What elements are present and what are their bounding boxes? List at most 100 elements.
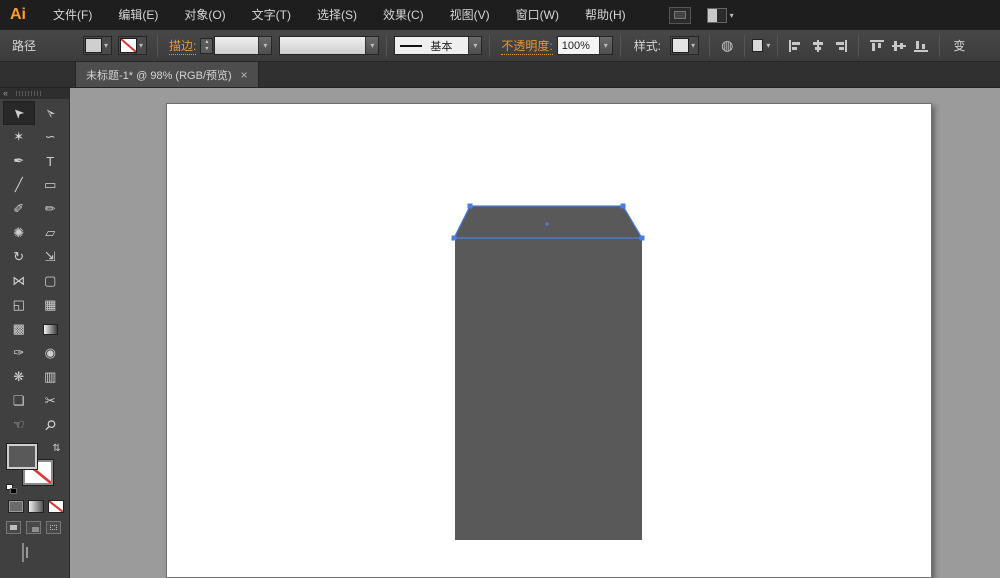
symbol-sprayer-tool[interactable]: ❋ — [3, 365, 35, 389]
context-label: 路径 — [0, 37, 42, 54]
align-horizontal-right-button[interactable] — [831, 37, 849, 55]
chevron-down-icon: ▾ — [263, 41, 267, 50]
recolor-artwork-button[interactable]: ◍ — [721, 37, 733, 54]
style-label: 样式: — [628, 37, 667, 54]
pencil-tool[interactable]: ✏ — [35, 197, 67, 221]
shape-rectangle-body[interactable] — [455, 238, 642, 540]
divider — [777, 35, 778, 57]
collapse-panel-icon[interactable]: « — [0, 89, 8, 98]
type-tool[interactable]: T — [35, 149, 67, 173]
align-vertical-top-button[interactable] — [868, 37, 886, 55]
brush-definition-value: 基本 — [426, 38, 468, 54]
align-vertical-bottom-button[interactable] — [912, 37, 930, 55]
lasso-tool[interactable]: ∽ — [35, 125, 67, 149]
anchor-point[interactable] — [468, 204, 473, 209]
line-segment-tool[interactable]: ╱ — [3, 173, 35, 197]
menu-item-effect[interactable]: 效果(C) — [370, 0, 437, 30]
document-icon — [752, 39, 763, 52]
align-horizontal-center-button[interactable] — [809, 37, 827, 55]
menu-item-edit[interactable]: 编辑(E) — [105, 0, 171, 30]
artwork-layer — [70, 88, 1000, 578]
fill-color-dropdown[interactable]: ▾ — [83, 36, 112, 55]
rectangle-tool[interactable]: ▭ — [35, 173, 67, 197]
selected-trapezoid-path[interactable] — [454, 206, 642, 238]
menu-item-file[interactable]: 文件(F) — [40, 0, 105, 30]
anchor-point[interactable] — [621, 204, 626, 209]
mesh-tool[interactable]: ▩ — [3, 317, 35, 341]
menu-item-object[interactable]: 对象(O) — [171, 0, 238, 30]
basic-stroke-icon — [400, 45, 422, 47]
anchor-point[interactable] — [452, 236, 457, 241]
transform-panel-label-truncated[interactable]: 变 — [947, 37, 971, 54]
blob-brush-tool[interactable]: ✺ — [3, 221, 35, 245]
screen-mode-button[interactable] — [22, 543, 24, 562]
variable-width-profile-dropdown[interactable]: ▾ — [279, 36, 379, 55]
pen-tool[interactable]: ✒ — [3, 149, 35, 173]
align-horizontal-left-button[interactable] — [787, 37, 805, 55]
opacity-dropdown[interactable]: 100% ▾ — [557, 36, 613, 55]
color-button[interactable] — [8, 500, 24, 513]
menu-item-select[interactable]: 选择(S) — [304, 0, 370, 30]
panel-grip[interactable] — [16, 91, 42, 96]
selection-tool[interactable]: ➤ — [3, 101, 35, 125]
magic-wand-tool[interactable]: ✶ — [3, 125, 35, 149]
eyedropper-tool[interactable]: ✑ — [3, 341, 35, 365]
column-graph-tool[interactable]: ▥ — [35, 365, 67, 389]
draw-inside-button[interactable] — [46, 521, 61, 534]
document-tab-strip: 未标题-1* @ 98% (RGB/预览) × — [0, 62, 1000, 88]
width-tool[interactable]: ⋈ — [3, 269, 35, 293]
menu-item-help[interactable]: 帮助(H) — [572, 0, 639, 30]
direct-selection-tool[interactable]: ➢ — [35, 101, 67, 125]
gradient-tool[interactable] — [35, 317, 67, 341]
stepper-down-icon[interactable]: ▾ — [201, 46, 212, 53]
workspace-switcher-button[interactable]: ▾ — [707, 8, 734, 23]
none-button[interactable] — [48, 500, 64, 513]
chevron-down-icon: ▾ — [102, 41, 110, 50]
slice-tool[interactable]: ✂ — [35, 389, 67, 413]
arrange-documents-button[interactable] — [669, 7, 691, 24]
path-center-point — [546, 223, 549, 226]
draw-behind-button[interactable] — [26, 521, 41, 534]
gradient-button[interactable] — [28, 500, 44, 513]
stroke-weight-dropdown[interactable]: ▾ — [214, 36, 272, 55]
style-dropdown[interactable]: ▾ — [670, 36, 699, 55]
align-options-button[interactable]: ▾ — [752, 39, 770, 52]
paintbrush-tool[interactable]: ✐ — [3, 197, 35, 221]
align-bottom-icon — [914, 40, 928, 52]
default-fill-stroke-icon[interactable] — [6, 484, 18, 494]
brush-definition-dropdown[interactable]: 基本 ▾ — [394, 36, 482, 55]
zoom-tool[interactable]: ⚲ — [35, 413, 67, 437]
scale-tool[interactable]: ⇲ — [35, 245, 67, 269]
illustrator-window: Ai 文件(F) 编辑(E) 对象(O) 文字(T) 选择(S) 效果(C) 视… — [0, 0, 1000, 578]
menu-item-view[interactable]: 视图(V) — [437, 0, 503, 30]
artboard-tool[interactable]: ❏ — [3, 389, 35, 413]
stroke-panel-link[interactable]: 描边: — [169, 37, 196, 55]
rotate-tool[interactable]: ↻ — [3, 245, 35, 269]
menu-item-type[interactable]: 文字(T) — [239, 0, 304, 30]
shape-builder-tool[interactable]: ◱ — [3, 293, 35, 317]
fill-color-swatch — [85, 38, 102, 53]
blend-tool[interactable]: ◉ — [35, 341, 67, 365]
style-swatch — [672, 38, 689, 53]
stroke-weight-stepper[interactable]: ▴ ▾ — [200, 38, 213, 54]
swap-fill-stroke-icon[interactable]: ⇄ — [50, 443, 61, 451]
perspective-grid-tool[interactable]: ▦ — [35, 293, 67, 317]
tool-grid: ➤ ➢ ✶ ∽ ✒ T ╱ ▭ ✐ ✏ ✺ ▱ ↻ ⇲ ⋈ ▢ ◱ ▦ ▩ ✑ … — [0, 99, 69, 437]
align-vertical-center-button[interactable] — [890, 37, 908, 55]
free-transform-tool[interactable]: ▢ — [35, 269, 67, 293]
eraser-tool[interactable]: ▱ — [35, 221, 67, 245]
canvas[interactable] — [70, 88, 1000, 578]
hand-tool[interactable]: ☜ — [3, 413, 35, 437]
fill-proxy-swatch[interactable] — [7, 444, 37, 469]
close-tab-icon[interactable]: × — [241, 68, 248, 82]
stepper-up-icon[interactable]: ▴ — [201, 39, 212, 46]
opacity-panel-link[interactable]: 不透明度: — [501, 37, 552, 55]
tools-panel-header[interactable]: « — [0, 88, 69, 99]
draw-normal-button[interactable] — [6, 521, 21, 534]
app-logo: Ai — [0, 6, 40, 24]
stroke-color-dropdown[interactable]: ▾ — [118, 36, 147, 55]
document-tab[interactable]: 未标题-1* @ 98% (RGB/预览) × — [75, 62, 259, 87]
gradient-icon — [43, 324, 58, 335]
anchor-point[interactable] — [640, 236, 645, 241]
menu-item-window[interactable]: 窗口(W) — [503, 0, 572, 30]
